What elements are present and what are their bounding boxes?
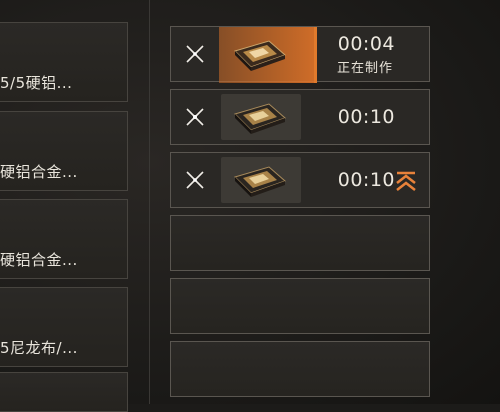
queue-slot-active[interactable]: 00:04 正在制作 — [170, 26, 430, 83]
queue-slot[interactable]: 00:10 — [170, 152, 430, 208]
recipe-item[interactable]: 硬铝合金... — [0, 199, 128, 279]
cancel-button[interactable] — [179, 102, 211, 132]
priority-chevron-icon[interactable] — [395, 171, 417, 191]
divider — [149, 0, 150, 404]
queue-slot-empty — [170, 278, 430, 334]
close-icon — [186, 45, 204, 63]
recipe-item[interactable] — [0, 372, 128, 412]
recipe-item-label: 硬铝合金... — [0, 163, 78, 181]
cancel-button[interactable] — [179, 39, 211, 69]
craft-status: 正在制作 — [336, 61, 393, 76]
craft-timer: 00:10 — [337, 106, 395, 128]
recipe-item-label: 硬铝合金... — [0, 251, 78, 269]
recipe-item[interactable]: 硬铝合金... — [0, 111, 128, 191]
cancel-button[interactable] — [179, 165, 211, 195]
circuit-board-icon — [234, 40, 286, 71]
craft-timer: 00:04 — [337, 33, 395, 55]
recipe-item[interactable]: 5/5硬铝... — [0, 22, 128, 102]
recipe-item[interactable]: 5尼龙布/... — [0, 287, 128, 367]
recipe-item-label: 5/5硬铝... — [0, 74, 73, 92]
progress-bar-edge — [314, 27, 317, 83]
queue-slot[interactable]: 00:10 — [170, 89, 430, 145]
close-icon — [186, 108, 204, 126]
craft-timer: 00:10 — [337, 169, 395, 191]
queue-slot-empty — [170, 215, 430, 271]
crafting-queue: 00:04 正在制作 00:10 00:10 — [170, 0, 430, 404]
recipe-list: 5/5硬铝... 硬铝合金... 硬铝合金... 5尼龙布/... — [0, 0, 135, 412]
close-icon — [186, 171, 204, 189]
circuit-board-icon — [234, 166, 286, 197]
recipe-item-label: 5尼龙布/... — [0, 339, 78, 357]
circuit-board-icon — [234, 103, 286, 134]
queue-slot-empty — [170, 341, 430, 397]
